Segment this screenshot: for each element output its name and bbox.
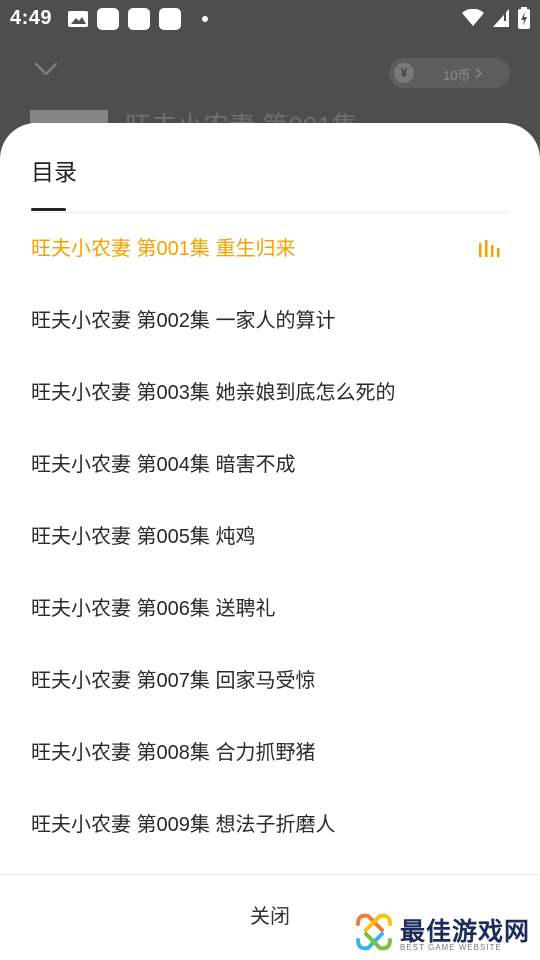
coin-label: 10币: [443, 68, 471, 83]
tab-indicator: [31, 208, 66, 211]
watermark-subtitle: BEST GAME WEBSITE: [400, 943, 502, 952]
playing-equalizer-icon: [479, 240, 500, 257]
episode-label: 旺夫小农妻 第002集 一家人的算计: [31, 310, 336, 332]
notification-icons: [68, 8, 208, 30]
more-notifications-dot: [202, 16, 208, 22]
episode-label: 旺夫小农妻 第007集 回家马受惊: [31, 670, 316, 692]
episode-catalog-sheet: 目录 旺夫小农妻 第001集 重生归来 旺夫小农妻 第002集 一家人的算计 旺…: [0, 123, 540, 960]
app-notification-icon: [128, 8, 150, 30]
chevron-right-icon: [475, 68, 482, 79]
episode-item-007[interactable]: 旺夫小农妻 第007集 回家马受惊: [0, 645, 540, 717]
episode-label: 旺夫小农妻 第006集 送聘礼: [31, 598, 276, 620]
episode-item-002[interactable]: 旺夫小农妻 第002集 一家人的算计: [0, 285, 540, 357]
image-icon: [68, 11, 88, 27]
status-time: 4:49: [10, 7, 53, 29]
signal-icon: [493, 9, 509, 27]
episode-label: 旺夫小农妻 第008集 合力抓野猪: [31, 742, 316, 764]
episode-label: 旺夫小农妻 第004集 暗害不成: [31, 454, 296, 476]
episode-item-001[interactable]: 旺夫小农妻 第001集 重生归来: [0, 213, 540, 285]
episode-list: 旺夫小农妻 第001集 重生归来 旺夫小农妻 第002集 一家人的算计 旺夫小农…: [0, 213, 540, 861]
chevron-down-icon[interactable]: [34, 62, 58, 76]
system-icons: [462, 7, 530, 29]
episode-label: 旺夫小农妻 第005集 炖鸡: [31, 526, 256, 548]
coin-button[interactable]: ¥ 10币: [389, 58, 510, 88]
episode-label: 旺夫小农妻 第001集 重生归来: [31, 238, 296, 260]
sheet-title: 目录: [31, 159, 77, 185]
app-notification-icon: [97, 8, 119, 30]
episode-item-006[interactable]: 旺夫小农妻 第006集 送聘礼: [0, 573, 540, 645]
coin-icon: ¥: [394, 63, 414, 83]
episode-item-009[interactable]: 旺夫小农妻 第009集 想法子折磨人: [0, 789, 540, 861]
episode-item-003[interactable]: 旺夫小农妻 第003集 她亲娘到底怎么死的: [0, 357, 540, 429]
episode-item-004[interactable]: 旺夫小农妻 第004集 暗害不成: [0, 429, 540, 501]
battery-icon: [518, 7, 530, 29]
app-notification-icon: [159, 8, 181, 30]
watermark-logo: 最佳游戏网 BEST GAME WEBSITE: [352, 910, 532, 958]
episode-label: 旺夫小农妻 第003集 她亲娘到底怎么死的: [31, 382, 396, 404]
episode-label: 旺夫小农妻 第009集 想法子折磨人: [31, 814, 336, 836]
episode-item-008[interactable]: 旺夫小农妻 第008集 合力抓野猪: [0, 717, 540, 789]
wifi-icon: [462, 9, 484, 26]
episode-item-005[interactable]: 旺夫小农妻 第005集 炖鸡: [0, 501, 540, 573]
watermark-icon: [356, 913, 392, 951]
status-bar: 4:49: [0, 0, 540, 38]
